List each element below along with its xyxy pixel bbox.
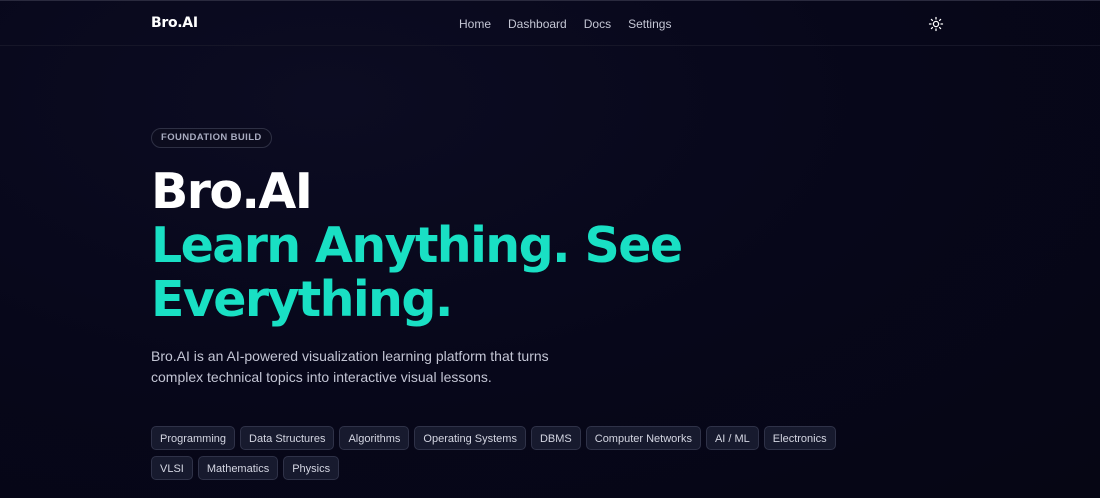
hero-tagline: Learn Anything. See Everything. — [151, 217, 683, 328]
topic-chip-mathematics[interactable]: Mathematics — [197, 456, 279, 480]
nav-docs-link[interactable]: Docs — [584, 17, 611, 31]
nav-dashboard-link[interactable]: Dashboard — [508, 17, 567, 31]
page: Bro.AI Home Dashboard Docs Settings FOUN… — [0, 0, 1100, 498]
topic-chip-computer-networks[interactable]: Computer Networks — [585, 426, 701, 450]
nav-home-link[interactable]: Home — [459, 17, 491, 31]
main-nav: Home Dashboard Docs Settings — [459, 17, 671, 31]
topic-chip-operating-systems[interactable]: Operating Systems — [414, 426, 526, 450]
topic-chip-algorithms[interactable]: Algorithms — [339, 426, 410, 450]
topic-chip-ai-ml[interactable]: AI / ML — [705, 426, 759, 450]
sun-icon — [928, 16, 944, 32]
topic-chip-list: Programming Data Structures Algorithms O… — [151, 426, 881, 480]
hero-title-brand: Bro.AI — [151, 163, 313, 220]
topic-chip-vlsi[interactable]: VLSI — [151, 456, 193, 480]
hero-description: Bro.AI is an AI-powered visualization le… — [151, 348, 549, 385]
topic-chip-programming[interactable]: Programming — [151, 426, 236, 450]
topic-chip-dbms[interactable]: DBMS — [530, 426, 581, 450]
theme-toggle-button[interactable] — [928, 16, 944, 32]
topic-chip-electronics[interactable]: Electronics — [763, 426, 836, 450]
brand-logo[interactable]: Bro.AI — [151, 15, 198, 31]
nav-settings-link[interactable]: Settings — [628, 17, 671, 31]
top-navbar: Bro.AI Home Dashboard Docs Settings — [0, 0, 1100, 46]
hero-title: Bro.AI Learn Anything. See Everything. — [151, 165, 851, 327]
topic-chip-data-structures[interactable]: Data Structures — [240, 426, 335, 450]
topic-chip-physics[interactable]: Physics — [283, 456, 340, 480]
build-badge: FOUNDATION BUILD — [151, 128, 272, 148]
